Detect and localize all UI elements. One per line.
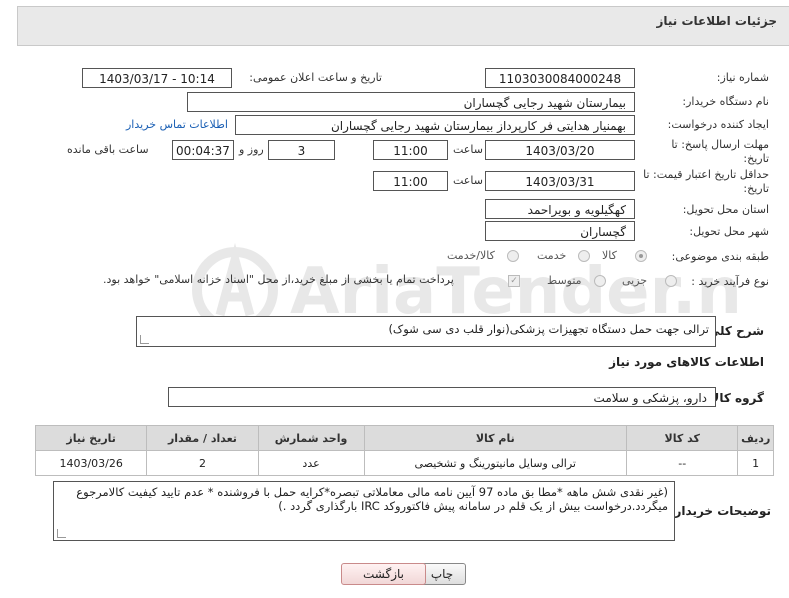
summary-field: ترالی جهت حمل دستگاه تجهیزات پزشکی(نوار … [136,316,716,347]
back-button[interactable]: بازگشت [341,563,426,585]
remaining-field: 00:04:37 [172,140,234,160]
validity-time-field: 11:00 [373,171,448,191]
cell-unit: عدد [257,450,365,476]
page-title: جزئیات اطلاعات نیاز [656,14,777,28]
process-minor-label: جزیی [622,274,648,287]
goods-table: ردیف کد کالا نام کالا واحد شمارش تعداد /… [34,425,774,476]
category-goods-radio[interactable] [635,250,647,262]
remaining-label: ساعت باقی مانده [67,143,149,156]
goods-section-title: اطلاعات کالاهای مورد نیاز [609,355,764,369]
process-minor-radio[interactable] [665,275,677,287]
buyer-field: بیمارستان شهید رجایی گچساران [187,92,635,112]
col-date: تاریخ نیاز [34,425,148,451]
process-medium-radio[interactable] [594,275,606,287]
col-qty: تعداد / مقدار [146,425,259,451]
category-service-label: خدمت [537,249,567,262]
validity-date-field: 1403/03/31 [485,171,635,191]
buyer-label: نام دستگاه خریدار: [682,95,769,108]
treasury-payment-checkbox[interactable]: ✓ [508,275,520,287]
table-row: 1 -- ترالی وسایل مانیتورینگ و تشخیصی عدد… [34,450,774,476]
need-number-field: 1103030084000248 [485,68,635,88]
validity-label: حداقل تاریخ اعتبار قیمت: تا تاریخ: [643,168,769,195]
payment-note: پرداخت تمام یا بخشی از مبلغ خرید،از محل … [103,273,454,286]
col-name: نام کالا [363,425,628,451]
creator-field: بهمنیار هدایتی فر کارپرداز بیمارستان شهی… [235,115,635,135]
deadline-label: مهلت ارسال پاسخ: تا تاریخ: [671,138,769,165]
table-header-row: ردیف کد کالا نام کالا واحد شمارش تعداد /… [34,425,774,451]
announce-field: 1403/03/17 - 10:14 [82,68,232,88]
category-goods-label: کالا [602,249,617,262]
cell-name: ترالی وسایل مانیتورینگ و تشخیصی [363,450,628,476]
cell-date: 1403/03/26 [34,450,148,476]
contact-info-link[interactable]: اطلاعات تماس خریدار [126,118,228,131]
days-label: روز و [239,143,264,156]
cell-row: 1 [737,450,774,476]
category-label: طبقه بندی موضوعی: [671,250,769,263]
category-both-radio[interactable] [507,250,519,262]
city-label: شهر محل تحویل: [689,225,769,238]
city-field: گچساران [485,221,635,241]
creator-label: ایجاد کننده درخواست: [667,118,769,131]
deadline-time-label: ساعت [453,143,483,156]
buyer-notes-label: توضیحات خریدار: [669,504,771,518]
need-number-label: شماره نیاز: [716,71,769,84]
resize-handle-icon[interactable] [140,335,149,344]
goods-group-field: دارو، پزشکی و سلامت [168,387,716,407]
cell-code: -- [626,450,739,476]
validity-time-label: ساعت [453,174,483,187]
deadline-time-field: 11:00 [373,140,448,160]
province-field: کهگیلویه و بویراحمد [485,199,635,219]
buyer-notes-field: (غیر نقدی شش ماهه *مطا بق ماده 97 آیین ن… [53,481,675,541]
buyer-notes-text: (غیر نقدی شش ماهه *مطا بق ماده 97 آیین ن… [76,485,668,513]
category-both-label: کالا/خدمت [447,249,495,262]
category-service-radio[interactable] [578,250,590,262]
province-label: استان محل تحویل: [682,203,769,216]
days-field: 3 [268,140,335,160]
deadline-date-field: 1403/03/20 [485,140,635,160]
resize-handle-icon[interactable] [57,529,66,538]
announce-label: تاریخ و ساعت اعلان عمومی: [249,71,382,84]
col-code: کد کالا [626,425,739,451]
process-label: نوع فرآیند خرید : [691,275,769,288]
cell-qty: 2 [146,450,259,476]
process-medium-label: متوسط [547,274,582,287]
col-unit: واحد شمارش [257,425,365,451]
col-row: ردیف [737,425,774,451]
summary-text: ترالی جهت حمل دستگاه تجهیزات پزشکی(نوار … [388,322,709,336]
